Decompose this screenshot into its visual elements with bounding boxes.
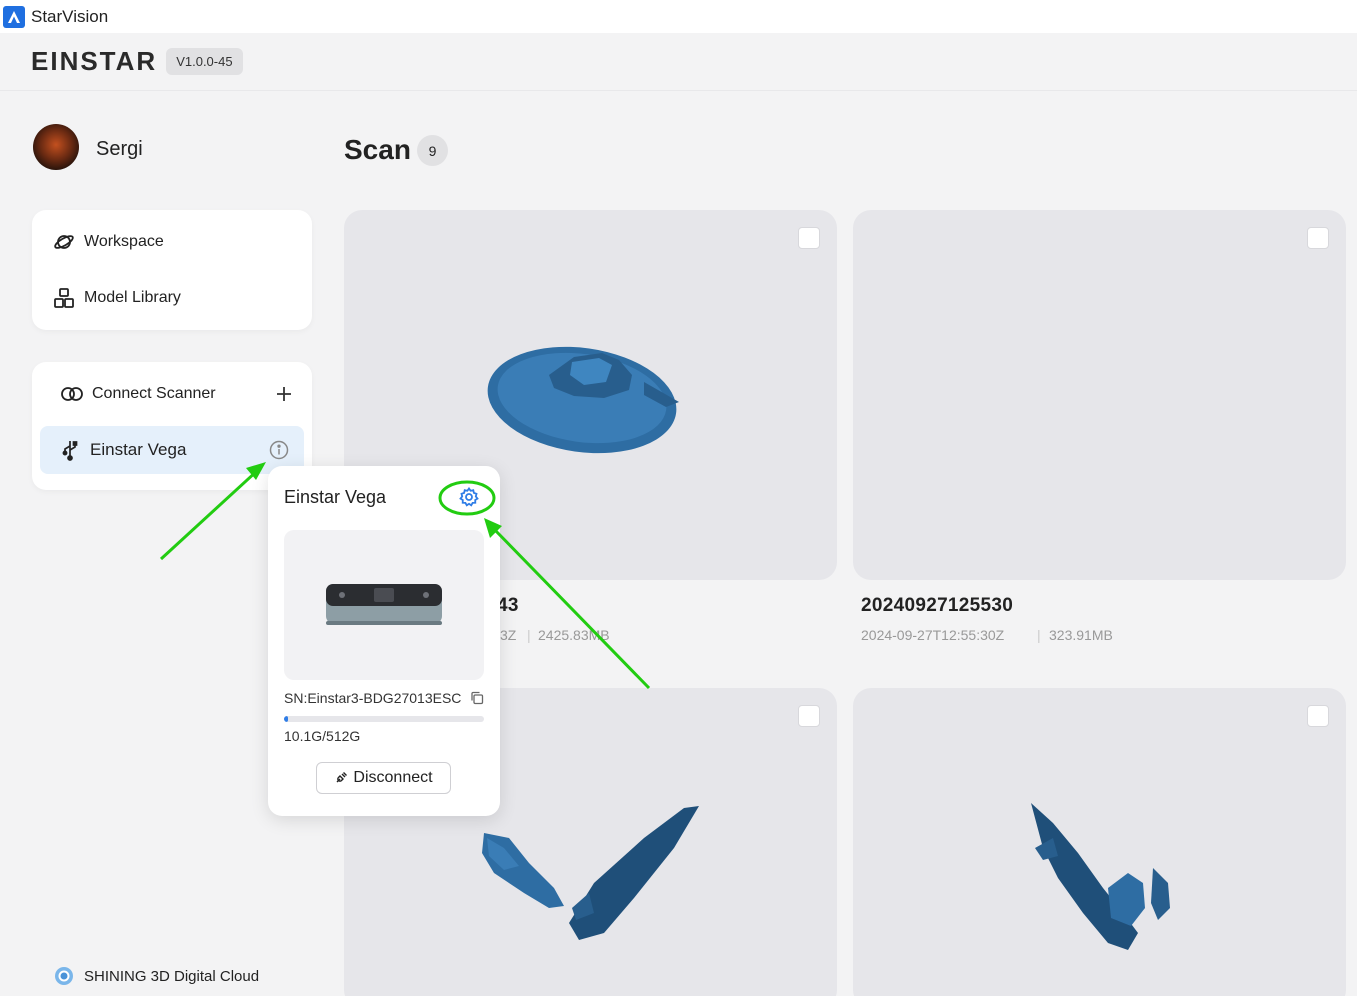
storage-label: 10.1G/512G [284, 728, 361, 744]
info-icon[interactable] [269, 440, 289, 460]
scanner-device-image [284, 530, 484, 680]
nav-item-label: Workspace [84, 233, 164, 250]
link-rings-icon [60, 382, 84, 406]
brand-logo: EINSTAR [31, 46, 158, 76]
app-logo-icon [3, 5, 25, 28]
app-name: StarVision [31, 6, 109, 26]
copy-icon[interactable] [470, 691, 484, 705]
version-badge: V1.0.0-45 [166, 48, 243, 75]
serial-number: SN:Einstar3-BDG27013ESC [284, 690, 462, 706]
user-name: Sergi [96, 138, 143, 160]
storage-progress-fill [284, 716, 288, 722]
nav-card: Workspace Model Library [32, 210, 312, 330]
scan-card[interactable] [853, 688, 1346, 996]
unplug-icon [334, 771, 348, 785]
add-scanner-button[interactable] [275, 385, 293, 403]
card-title: 20240927125530 [861, 595, 1014, 616]
card-title: 43 [497, 595, 519, 616]
scan-model-preview [1031, 803, 1170, 950]
cubes-icon [52, 286, 76, 310]
nav-item-model-library[interactable]: Model Library [52, 286, 181, 310]
window-titlebar: StarVision [0, 0, 1357, 33]
plus-icon [277, 387, 291, 401]
connect-scanner-item[interactable]: Connect Scanner [60, 382, 216, 406]
scan-card[interactable] [853, 210, 1346, 580]
card-size: 323.91MB [1049, 627, 1113, 643]
disconnect-label: Disconnect [353, 769, 433, 786]
app-header: EINSTAR V1.0.0-45 [0, 33, 1357, 91]
usb-icon [60, 439, 80, 461]
scan-count-badge: 9 [417, 135, 448, 166]
cloud-link[interactable]: SHINING 3D Digital Cloud [54, 966, 259, 986]
card-date: 3Z [500, 627, 517, 643]
settings-gear-icon[interactable] [458, 486, 480, 508]
disconnect-button[interactable]: Disconnect [316, 762, 451, 794]
meta-divider: | [527, 627, 531, 643]
scanner-device-name: Einstar Vega [90, 440, 187, 459]
cloud-icon [54, 966, 74, 986]
connect-scanner-label: Connect Scanner [92, 385, 216, 402]
meta-divider: | [1037, 627, 1041, 643]
nav-item-workspace[interactable]: Workspace [52, 230, 164, 254]
planet-icon [52, 230, 76, 254]
card-size: 2425.83MB [538, 627, 610, 643]
cloud-label: SHINING 3D Digital Cloud [84, 967, 260, 985]
card-date: 2024-09-27T12:55:30Z [861, 627, 1005, 643]
storage-progress-bar [284, 716, 484, 722]
scanner-device-item[interactable]: Einstar Vega [40, 426, 304, 474]
avatar[interactable] [33, 124, 79, 170]
popup-title: Einstar Vega [284, 487, 387, 507]
page-title: Scan [344, 134, 411, 165]
nav-item-label: Model Library [84, 289, 181, 306]
scanner-info-popup: Einstar Vega SN:Einstar3-BDG27013ESC 10.… [268, 466, 500, 816]
card-checkbox[interactable] [1307, 227, 1329, 249]
